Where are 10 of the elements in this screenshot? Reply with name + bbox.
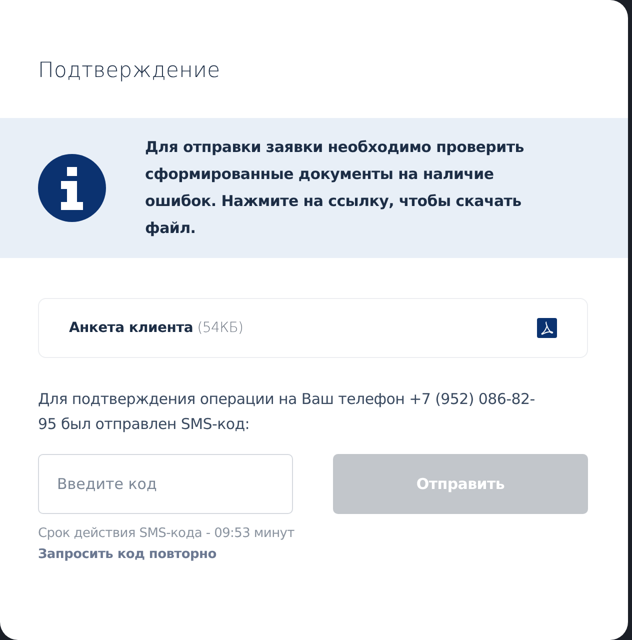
file-name: Анкета клиента (54КБ) [69, 320, 244, 336]
sms-message: Для подтверждения операции на Ваш телефон +7 (952) 086-82-95 был отправлен SMS-код: [38, 389, 536, 435]
code-input-field[interactable]: Введите код [38, 454, 293, 514]
info-icon [38, 154, 106, 222]
notice-text: Для отправки заявки необходимо проверить сформированные документы на наличие ошибок. Нажмите на ссылку, чтобы скачать файл. [145, 137, 525, 239]
dialog-title: Подтверждение [37, 57, 222, 84]
pdf-icon[interactable] [537, 318, 557, 338]
expiry-text: Срок действия SMS-кода - 09:53 минут [38, 526, 296, 541]
file-row[interactable]: Анкета клиента (54КБ) [38, 298, 588, 358]
resend-code-link[interactable]: Запросить код повторно [38, 547, 216, 562]
